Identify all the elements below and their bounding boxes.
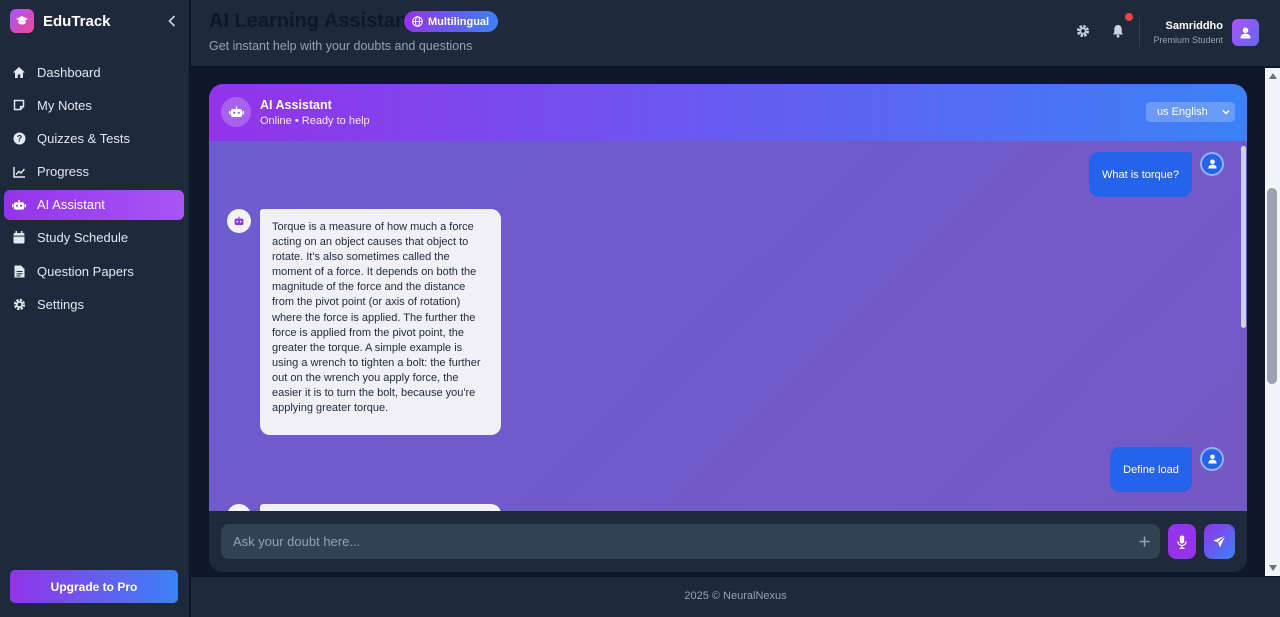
sidebar-item-ai-assistant[interactable]: AI Assistant [4,189,184,220]
user-avatar[interactable] [1232,19,1259,46]
user-message: Define load [1110,447,1192,492]
badge-label: Multilingual [428,15,490,28]
calendar-icon [12,231,26,245]
sidebar-item-dashboard[interactable]: Dashboard [4,57,184,87]
question-icon: ? [12,131,26,145]
message-text: Define load [1123,463,1179,476]
main-scrollbar[interactable] [1265,68,1280,576]
sidebar-item-quizzes[interactable]: ? Quizzes & Tests [4,123,184,153]
user-icon [1240,27,1251,38]
home-icon [12,65,26,79]
footer: 2025 © NeuralNexus [684,590,787,602]
bot-message: Torque is a measure of how much a force … [260,209,501,435]
chat-header: AI Assistant Online • Ready to help us E… [209,84,1247,141]
bot-message-avatar [227,209,251,233]
chat-input[interactable] [221,524,1160,559]
message-text: Torque is a measure of how much a force … [272,221,481,415]
page-title: AI Learning Assistant [209,10,414,32]
assistant-status: Online • Ready to help [260,115,370,127]
sidebar-item-question-papers[interactable]: Question Papers [4,256,184,286]
sidebar-item-label: Settings [37,296,84,312]
scroll-up-arrow-icon[interactable] [1267,70,1278,81]
sidebar-item-label: Quizzes & Tests [37,130,130,146]
robot-icon [12,198,26,212]
user-icon [1207,159,1217,169]
robot-icon [234,216,244,225]
sidebar-item-label: Study Schedule [37,230,129,246]
bot-message [260,504,501,511]
graduation-cap-icon [10,9,34,33]
globe-icon [412,16,423,27]
user-icon [1207,454,1217,464]
user-message-avatar [1200,152,1224,176]
svg-text:?: ? [16,133,22,143]
message-list[interactable]: What is torque? Torque is a measure of h… [209,141,1247,511]
page-header: AI Learning Assistant Multilingual Get i… [191,0,1280,67]
scrollbar-thumb[interactable] [1267,188,1277,384]
page-subtitle: Get instant help with your doubts and qu… [209,39,473,53]
scroll-down-arrow-icon[interactable] [1267,562,1278,573]
attach-button[interactable] [1138,535,1151,548]
app-name: EduTrack [43,12,111,30]
chevron-down-icon [1221,107,1231,117]
sidebar-item-label: AI Assistant [37,197,105,213]
upgrade-button[interactable]: Upgrade to Pro [10,570,178,603]
sidebar-item-label: Question Papers [37,263,134,279]
microphone-icon [1177,535,1187,549]
settings-button[interactable] [1074,22,1092,40]
gear-icon [12,297,26,311]
scrollbar-thumb[interactable] [1241,146,1246,328]
sidebar-item-settings[interactable]: Settings [4,289,184,319]
sidebar-item-progress[interactable]: Progress [4,157,184,187]
header-divider [1139,17,1140,47]
robot-icon [228,106,244,117]
user-message-avatar [1200,447,1224,471]
user-name: Samriddho [1165,20,1223,32]
chevron-left-icon [168,15,176,27]
footer-band: 2025 © NeuralNexus [191,576,1280,617]
file-icon [12,264,26,278]
user-role: Premium Student [1153,35,1223,45]
gear-icon [1076,24,1090,38]
chart-line-icon [12,165,26,179]
sidebar-item-label: Progress [37,164,90,180]
message-text: What is torque? [1101,168,1180,181]
sidebar: EduTrack Dashboard My Notes ? Quizzes & … [0,0,190,617]
paper-plane-icon [1213,535,1226,548]
brand[interactable]: EduTrack [10,9,111,33]
sidebar-nav: Dashboard My Notes ? Quizzes & Tests Pro… [4,57,184,323]
bell-icon [1113,25,1123,38]
sidebar-item-my-notes[interactable]: My Notes [4,90,184,120]
bot-message-avatar [227,504,251,511]
plus-icon [1139,536,1150,547]
language-selected: us English [1157,106,1208,118]
multilingual-badge: Multilingual [404,11,499,32]
sidebar-item-study-schedule[interactable]: Study Schedule [4,223,184,253]
assistant-name: AI Assistant [260,98,332,112]
user-message: What is torque? [1089,152,1192,197]
sidebar-item-label: My Notes [37,97,92,113]
notifications-button[interactable] [1109,22,1127,40]
voice-input-button[interactable] [1168,524,1196,559]
assistant-avatar [221,97,251,127]
notification-dot [1125,13,1133,21]
collapse-sidebar-button[interactable] [164,13,180,29]
sidebar-item-label: Dashboard [37,64,101,80]
message-composer [209,511,1247,572]
message-scrollbar[interactable] [1240,141,1247,511]
note-icon [12,98,26,112]
language-select[interactable]: us English [1146,102,1235,122]
send-button[interactable] [1204,524,1235,559]
chat-panel: AI Assistant Online • Ready to help us E… [209,84,1247,572]
